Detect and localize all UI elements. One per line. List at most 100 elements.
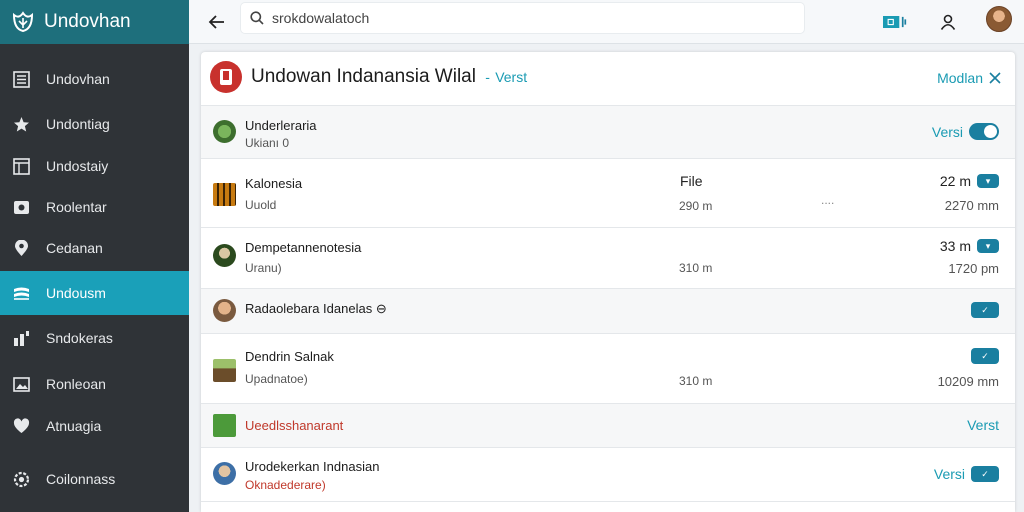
sidebar-item-roolentar[interactable]: Roolentar: [0, 185, 189, 229]
row-subtitle: Upadnatoe): [245, 372, 308, 386]
list-item[interactable]: Urodekerkan Indnasian Oknadederare) Vers…: [201, 448, 1015, 502]
sidebar-item-atnuagia[interactable]: Atnuagia: [0, 404, 189, 448]
row-subtitle: Oknadederare): [245, 478, 326, 492]
row-badge[interactable]: ✓: [971, 348, 999, 364]
row-size: 33 m: [939, 238, 971, 254]
row-title: Urodekerkan Indnasian: [245, 459, 380, 474]
card-title-text: Undowan Indanansia Wilal: [251, 66, 476, 87]
row-toggle[interactable]: [969, 123, 999, 140]
list-item[interactable]: Dendrin Salnak Upadnatoe) 310 m ✓ 10209 …: [201, 334, 1015, 404]
main-card: Undowan Indanansia Wilal - Verst Modlan …: [201, 52, 1015, 512]
search-icon: [250, 11, 264, 25]
card-title-separator: -: [485, 69, 490, 85]
row-badge[interactable]: ✓: [971, 466, 999, 482]
sidebar-item-label: Undovhan: [46, 71, 110, 87]
list-item[interactable]: Dempetannenotesia Uranu) 310 m 33 m ▾ 17…: [201, 228, 1015, 289]
modlan-button[interactable]: Modlan: [937, 70, 1001, 86]
sidebar-item-label: Coilonnass: [46, 471, 116, 487]
sidebar-item-ronleoan[interactable]: Ronleoan: [0, 362, 189, 406]
image-icon: [13, 199, 30, 216]
user-button[interactable]: [936, 10, 960, 34]
row-title: Dempetannenotesia: [245, 240, 362, 255]
sidebar-item-undontiag[interactable]: Undontiag: [0, 102, 189, 146]
row-subtitle: Uranu): [245, 261, 282, 275]
thumbnail: [213, 120, 236, 143]
sidebar-item-label: Atnuagia: [46, 418, 102, 434]
row-title-text: Radaolebara Idanelas: [245, 301, 373, 316]
thumbnail: [213, 299, 236, 322]
row-length: 2270 mm: [944, 198, 999, 213]
row-length: 10209 mm: [937, 374, 999, 389]
thumbnail: [213, 244, 236, 267]
sidebar-item-cedanan[interactable]: Cedanan: [0, 226, 189, 270]
sidebar-item-label: Ronleoan: [46, 376, 106, 392]
list-item[interactable]: Kalonesia Uuold File 290 m .... 22 m ▾ 2…: [201, 159, 1015, 228]
sidebar-item-undovhan[interactable]: Undovhan: [0, 57, 189, 101]
minus-circle-icon: ⊖: [375, 301, 387, 316]
card-subtitle[interactable]: Verst: [495, 69, 527, 85]
user-icon: [940, 14, 956, 30]
row-dots: ....: [821, 193, 835, 207]
list-item[interactable]: Radaolebara Idanelas ⊖ ✓: [201, 289, 1015, 334]
sidebar-item-label: Cedanan: [46, 240, 103, 256]
star-icon: [13, 116, 30, 133]
row-title: Ueedlsshanarant: [245, 418, 344, 433]
sidebar-item-undostaiy[interactable]: Undostaiy: [0, 144, 189, 188]
row-title: Radaolebara Idanelas ⊖: [245, 301, 387, 317]
modlan-label: Modlan: [937, 70, 983, 86]
sidebar-item-label: Undousm: [46, 285, 106, 301]
sidebar-item-label: Sndokeras: [46, 330, 113, 346]
row-subtitle: Uuold: [245, 198, 277, 212]
thumbnail: [213, 183, 236, 206]
row-badge[interactable]: ▾: [977, 239, 999, 253]
back-button[interactable]: [205, 10, 229, 34]
location-pin-icon: [13, 239, 30, 257]
thumbnail: [213, 414, 236, 437]
verst-link[interactable]: Verst: [967, 417, 999, 433]
row-title: Dendrin Salnak: [245, 349, 334, 364]
thumbnail: [213, 462, 236, 485]
sidebar-item-label: Undostaiy: [46, 158, 109, 174]
card-title: Undowan Indanansia Wilal - Verst: [251, 66, 527, 88]
bar-chart-icon: [13, 330, 30, 347]
close-icon: [989, 72, 1001, 84]
sidebar-item-sndokeras[interactable]: Sndokeras: [0, 316, 189, 360]
sidebar: Undovhan Undovhan Undontiag Undostaiy Ro…: [0, 0, 189, 512]
settings-icon: [13, 471, 30, 488]
row-badge[interactable]: ▾: [977, 174, 999, 188]
row-length: 1720 pm: [948, 261, 999, 276]
avatar[interactable]: [986, 6, 1012, 32]
photo-icon: [13, 376, 30, 393]
list-icon: [13, 70, 30, 88]
monitor-button[interactable]: [883, 10, 907, 34]
versi-link[interactable]: Versi: [934, 466, 965, 482]
sidebar-item-undousm[interactable]: Undousm: [0, 271, 189, 315]
row-duration: 310 m: [679, 261, 713, 275]
app-badge-icon: [210, 61, 242, 93]
sidebar-item-label: Roolentar: [46, 199, 107, 215]
arrow-left-icon: [208, 15, 224, 29]
list-item[interactable]: Underleraria Ukianı 0 Versi: [201, 106, 1015, 159]
row-subtitle: Ukianı 0: [245, 136, 290, 150]
row-size: 22 m: [939, 173, 971, 189]
list-item[interactable]: Ueedlsshanarant Verst: [201, 404, 1015, 448]
sidebar-item-label: Undontiag: [46, 116, 110, 132]
thumbnail: [213, 359, 236, 382]
row-badge[interactable]: ✓: [971, 302, 999, 318]
top-bar: [189, 0, 1024, 44]
sidebar-item-coilonnass[interactable]: Coilonnass: [0, 457, 189, 501]
sidebar-header: Undovhan: [0, 0, 189, 44]
layers-icon: [13, 285, 30, 302]
row-title: Kalonesia: [245, 176, 303, 191]
card-header: Undowan Indanansia Wilal - Verst Modlan: [201, 52, 1015, 106]
heart-icon: [13, 417, 30, 435]
row-duration: 290 m: [679, 199, 713, 213]
monitor-icon: [883, 16, 907, 28]
search-box[interactable]: [241, 3, 804, 33]
file-column-label: File: [680, 173, 703, 189]
versi-link[interactable]: Versi: [932, 124, 963, 140]
app-title: Undovhan: [44, 11, 131, 32]
row-title: Underleraria: [245, 118, 317, 133]
window-icon: [13, 157, 30, 175]
search-input[interactable]: [272, 10, 752, 26]
